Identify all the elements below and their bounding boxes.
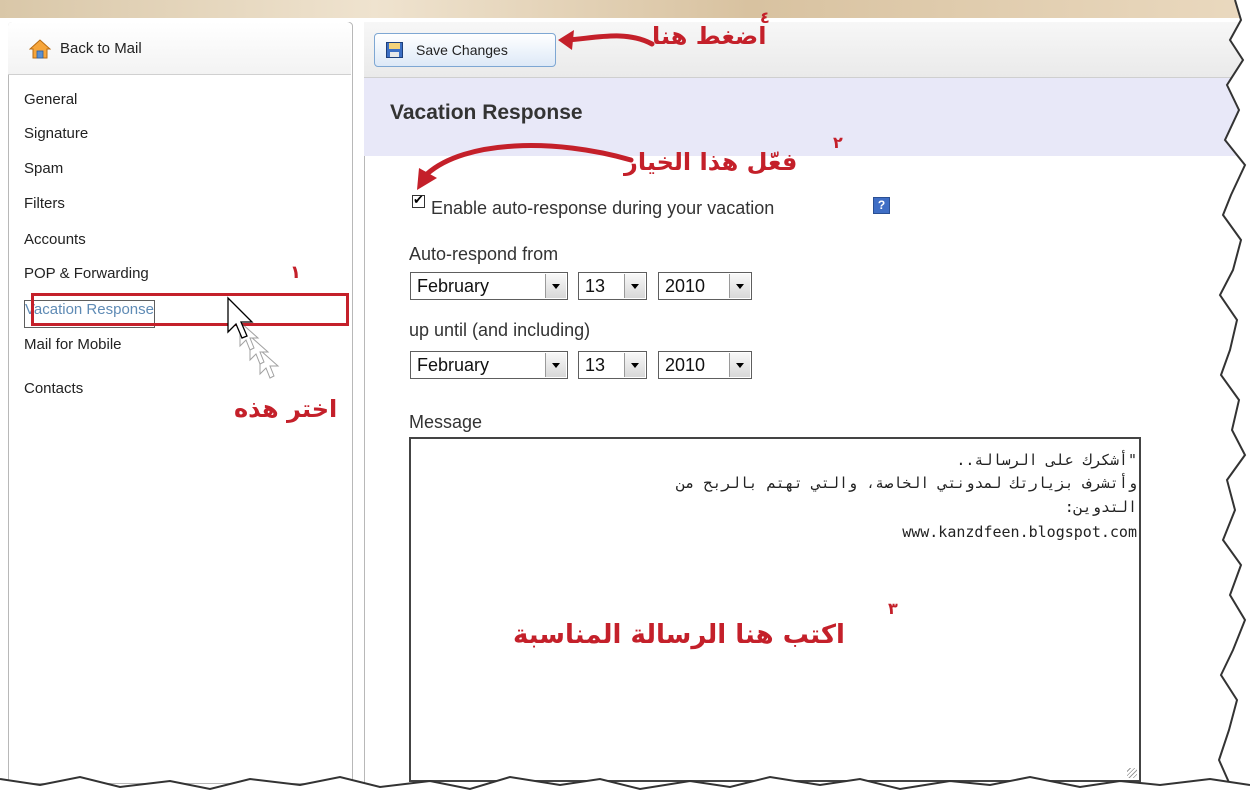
until-month-select[interactable]: February (410, 351, 568, 379)
sidebar-item-accounts[interactable]: Accounts (24, 231, 86, 248)
sidebar-item-general[interactable]: General (24, 91, 77, 108)
annotation-step3-number: ٣ (888, 599, 898, 618)
from-month-value: February (417, 276, 490, 296)
sidebar-item-pop-forwarding[interactable]: POP & Forwarding (24, 265, 149, 282)
save-changes-label: Save Changes (416, 42, 508, 58)
message-line: وأتشرف بزيارتك لمدونتي الخاصة، والتي تهت… (676, 474, 1137, 492)
arrow-annotation (558, 30, 655, 50)
annotation-step1-text: اختر هذه (234, 395, 338, 423)
back-to-mail-link[interactable]: Back to Mail (60, 40, 142, 57)
arrow-annotation (417, 143, 634, 190)
message-line: التدوين: (1064, 498, 1137, 516)
dropdown-arrow-icon (545, 353, 566, 377)
page-title: Vacation Response (390, 101, 583, 124)
sidebar-item-signature[interactable]: Signature (24, 125, 88, 142)
sidebar-item-mail-for-mobile[interactable]: Mail for Mobile (24, 336, 122, 353)
help-icon[interactable]: ? (873, 197, 890, 214)
enable-auto-response-checkbox[interactable]: ✔ (412, 192, 425, 208)
until-day-value: 13 (585, 355, 606, 375)
save-icon (386, 42, 403, 58)
dropdown-arrow-icon (624, 353, 645, 377)
from-year-select[interactable]: 2010 (658, 272, 752, 300)
message-line: "أشكرك على الرسالة.. (956, 451, 1137, 469)
message-label: Message (409, 412, 483, 432)
annotation-step3-text: اكتب هنا الرسالة المناسبة (513, 620, 845, 650)
dropdown-arrow-icon (624, 274, 645, 298)
selection-highlight-box (31, 293, 349, 326)
checkbox-checked-icon: ✔ (413, 192, 424, 207)
dropdown-arrow-icon (545, 274, 566, 298)
annotation-step2-number: ٢ (833, 133, 843, 152)
until-month-value: February (417, 355, 490, 375)
dropdown-arrow-icon (729, 353, 750, 377)
from-year-value: 2010 (665, 276, 706, 296)
home-icon (29, 39, 51, 59)
mouse-cursor-icon (227, 296, 280, 379)
message-line: www.kanzdfeen.blogspot.com (902, 523, 1137, 541)
annotation-step4-text: اضغط هنا (652, 22, 767, 50)
enable-auto-response-label[interactable]: Enable auto-response during your vacatio… (431, 198, 774, 219)
dropdown-arrow-icon (729, 274, 750, 298)
sidebar-item-spam[interactable]: Spam (24, 160, 63, 177)
auto-respond-from-label: Auto-respond from (409, 244, 559, 264)
sidebar-item-filters[interactable]: Filters (24, 195, 65, 212)
annotation-step4-number: ٤ (760, 8, 770, 27)
save-changes-button[interactable]: Save Changes (374, 33, 556, 67)
background-top-band (0, 0, 1250, 18)
from-day-value: 13 (585, 276, 606, 296)
torn-edge-bottom (0, 775, 1250, 796)
until-year-value: 2010 (665, 355, 706, 375)
from-month-select[interactable]: February (410, 272, 568, 300)
message-textarea[interactable]: "أشكرك على الرسالة.. وأتشرف بزيارتك لمدو… (409, 437, 1141, 782)
until-year-select[interactable]: 2010 (658, 351, 752, 379)
torn-edge-right (1217, 0, 1250, 796)
annotation-step1-number: ١ (290, 262, 301, 283)
until-day-select[interactable]: 13 (578, 351, 647, 379)
from-day-select[interactable]: 13 (578, 272, 647, 300)
sidebar-item-contacts[interactable]: Contacts (24, 380, 83, 397)
up-until-label: up until (and including) (409, 320, 591, 340)
annotation-step2-text: فعّل هذا الخيار (624, 148, 798, 176)
